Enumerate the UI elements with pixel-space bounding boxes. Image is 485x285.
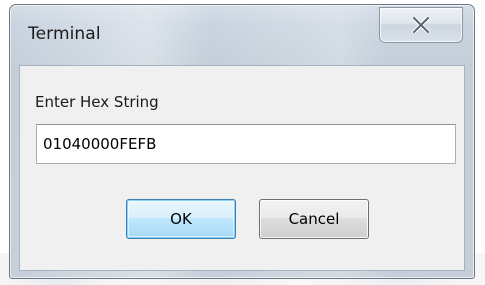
hex-string-input[interactable] bbox=[36, 124, 456, 164]
ok-button[interactable]: OK bbox=[126, 199, 236, 239]
hex-string-label: Enter Hex String bbox=[35, 93, 159, 111]
close-x-icon bbox=[412, 17, 430, 33]
dialog-title: Terminal bbox=[28, 24, 101, 44]
close-button[interactable] bbox=[379, 7, 463, 43]
cancel-button[interactable]: Cancel bbox=[259, 199, 369, 239]
